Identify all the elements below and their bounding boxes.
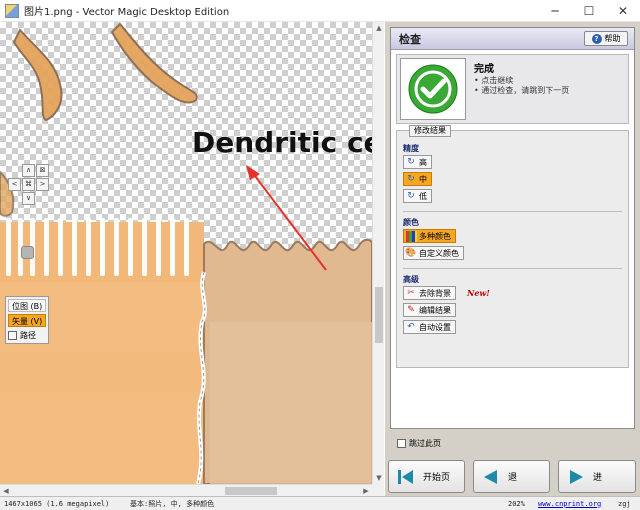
advanced-heading: 高级 xyxy=(403,275,419,284)
skip-page-label: 跳过此页 xyxy=(409,439,441,448)
refresh-icon: ↻ xyxy=(407,157,415,167)
wizard-panel: 检查 ? 帮助 完成 • 点击继续 • 通过检查，请跳到下一页 修改结果 精度 … xyxy=(385,22,640,496)
path-toggle[interactable]: 路径 xyxy=(8,329,46,341)
app-icon xyxy=(5,3,19,18)
edit-results-section: 修改结果 精度 ↻ 高 ↻ 中 ↻ 低 颜色 多种颜色 🎨 自定义颜色 高级 ✂… xyxy=(396,125,629,368)
pan-center-button[interactable]: ⌘ xyxy=(22,178,35,191)
refresh-icon: ↻ xyxy=(407,174,415,184)
pan-down-button[interactable]: ∨ xyxy=(22,192,35,205)
check-frame xyxy=(400,58,466,120)
image-text: Dendritic ce xyxy=(192,126,372,159)
done-bullet-text: 点击继续 xyxy=(481,76,514,85)
status-zoom: 202% xyxy=(508,499,525,508)
bitmap-view-button[interactable]: 位图 (B) xyxy=(8,299,46,312)
remove-background-label: 去除背景 xyxy=(419,288,451,298)
precision-low-label: 低 xyxy=(419,191,427,201)
precision-medium-label: 中 xyxy=(419,174,427,184)
custom-color-label: 自定义颜色 xyxy=(419,248,459,258)
edit-results-tab[interactable]: 修改结果 xyxy=(409,125,451,137)
vectorized-image xyxy=(0,22,372,484)
colors-heading: 颜色 xyxy=(403,218,419,227)
path-label: 路径 xyxy=(20,330,36,340)
done-title: 完成 xyxy=(474,64,494,75)
divider xyxy=(403,268,622,269)
vector-view-button[interactable]: 矢量 (V) xyxy=(8,314,46,327)
scroll-corner xyxy=(372,484,384,496)
scissors-icon: ✂ xyxy=(407,288,415,298)
done-bullet: • 点击继续 xyxy=(474,76,514,85)
zoom-slider-handle[interactable] xyxy=(21,246,34,259)
done-box: 完成 • 点击继续 • 通过检查，请跳到下一页 xyxy=(396,54,629,124)
status-user: zgj xyxy=(618,499,631,508)
precision-low-button[interactable]: ↻ 低 xyxy=(403,189,432,203)
help-icon: ? xyxy=(591,33,602,44)
divider xyxy=(403,211,622,212)
panel-header: 检查 ? 帮助 xyxy=(391,28,634,50)
pan-up-button[interactable]: ∧ xyxy=(22,164,35,177)
panel-title: 检查 xyxy=(399,32,421,46)
pan-left-button[interactable]: < xyxy=(8,178,21,191)
pencil-icon: ✎ xyxy=(407,305,415,315)
color-palette-icon xyxy=(405,230,417,242)
vertical-scrollbar[interactable]: ▲ ▼ xyxy=(372,22,384,484)
skip-page-toggle[interactable]: 跳过此页 xyxy=(397,438,441,449)
view-toggle-panel: 位图 (B) 矢量 (V) 路径 xyxy=(5,296,49,344)
maximize-button[interactable]: ☐ xyxy=(572,0,606,22)
status-image-size: 1467x1065 (1.6 megapixel) xyxy=(4,499,110,508)
precision-high-button[interactable]: ↻ 高 xyxy=(403,155,432,169)
wizard-content: 检查 ? 帮助 完成 • 点击继续 • 通过检查，请跳到下一页 修改结果 精度 … xyxy=(390,27,635,429)
back-button[interactable]: 退 xyxy=(473,460,550,493)
scroll-up-icon[interactable]: ▲ xyxy=(373,22,385,34)
start-page-button[interactable]: 开始页 xyxy=(388,460,465,493)
go-first-icon xyxy=(397,468,415,486)
done-text: 完成 • 点击继续 • 通过检查，请跳到下一页 xyxy=(474,60,569,120)
close-button[interactable]: ✕ xyxy=(606,0,640,22)
custom-color-button[interactable]: 🎨 自定义颜色 xyxy=(403,246,464,260)
undo-icon: ↶ xyxy=(407,322,415,332)
precision-high-label: 高 xyxy=(419,157,427,167)
remove-background-button[interactable]: ✂ 去除背景 xyxy=(403,286,456,300)
scroll-down-icon[interactable]: ▼ xyxy=(373,472,385,484)
fit-view-button[interactable]: ⊠ xyxy=(36,164,49,177)
edit-result-button[interactable]: ✎ 编辑结果 xyxy=(403,303,456,317)
checkmark-icon xyxy=(408,64,458,114)
window-title: 图片1.png - Vector Magic Desktop Edition xyxy=(24,7,230,18)
new-badge: New! xyxy=(467,288,490,298)
back-arrow-icon xyxy=(482,468,500,486)
status-bar: 1467x1065 (1.6 megapixel) 基本:照片, 中, 多种颜色… xyxy=(0,496,640,510)
auto-settings-label: 自动设置 xyxy=(419,322,451,332)
forward-button[interactable]: 进 xyxy=(558,460,636,493)
paint-palette-icon: 🎨 xyxy=(405,248,417,258)
minimize-button[interactable]: ─ xyxy=(538,0,572,22)
multi-color-button[interactable]: 多种颜色 xyxy=(403,229,456,243)
navigation-pad: ∧ ⊠ < ⌘ > ∨ xyxy=(7,164,51,208)
forward-arrow-icon xyxy=(567,468,585,486)
help-button[interactable]: ? 帮助 xyxy=(584,31,628,46)
multi-color-label: 多种颜色 xyxy=(419,231,451,241)
image-canvas[interactable]: Dendritic ce ∧ ⊠ < ⌘ > ∨ 位图 (B) 矢量 (V) 路… xyxy=(0,22,372,484)
path-checkbox[interactable] xyxy=(8,330,17,340)
help-label: 帮助 xyxy=(604,34,621,43)
forward-label: 进 xyxy=(593,473,603,483)
back-label: 退 xyxy=(508,473,518,483)
status-settings: 基本:照片, 中, 多种颜色 xyxy=(130,499,215,508)
pan-right-button[interactable]: > xyxy=(36,178,49,191)
refresh-icon: ↻ xyxy=(407,191,415,201)
precision-medium-button[interactable]: ↻ 中 xyxy=(403,172,432,186)
done-bullet: • 通过检查，请跳到下一页 xyxy=(474,86,570,95)
status-url-link[interactable]: www.cnprint.org xyxy=(538,500,618,508)
start-page-label: 开始页 xyxy=(423,473,451,483)
precision-heading: 精度 xyxy=(403,144,419,153)
title-bar: 图片1.png - Vector Magic Desktop Edition ─… xyxy=(0,0,640,22)
horizontal-scrollbar[interactable]: ◀ ▶ xyxy=(0,484,372,496)
auto-settings-button[interactable]: ↶ 自动设置 xyxy=(403,320,456,334)
done-bullet-text: 通过检查，请跳到下一页 xyxy=(481,86,570,95)
skip-page-checkbox[interactable] xyxy=(397,439,406,448)
horizontal-scroll-thumb[interactable] xyxy=(225,487,277,495)
vertical-scroll-thumb[interactable] xyxy=(375,287,383,343)
edit-result-label: 编辑结果 xyxy=(419,305,451,315)
